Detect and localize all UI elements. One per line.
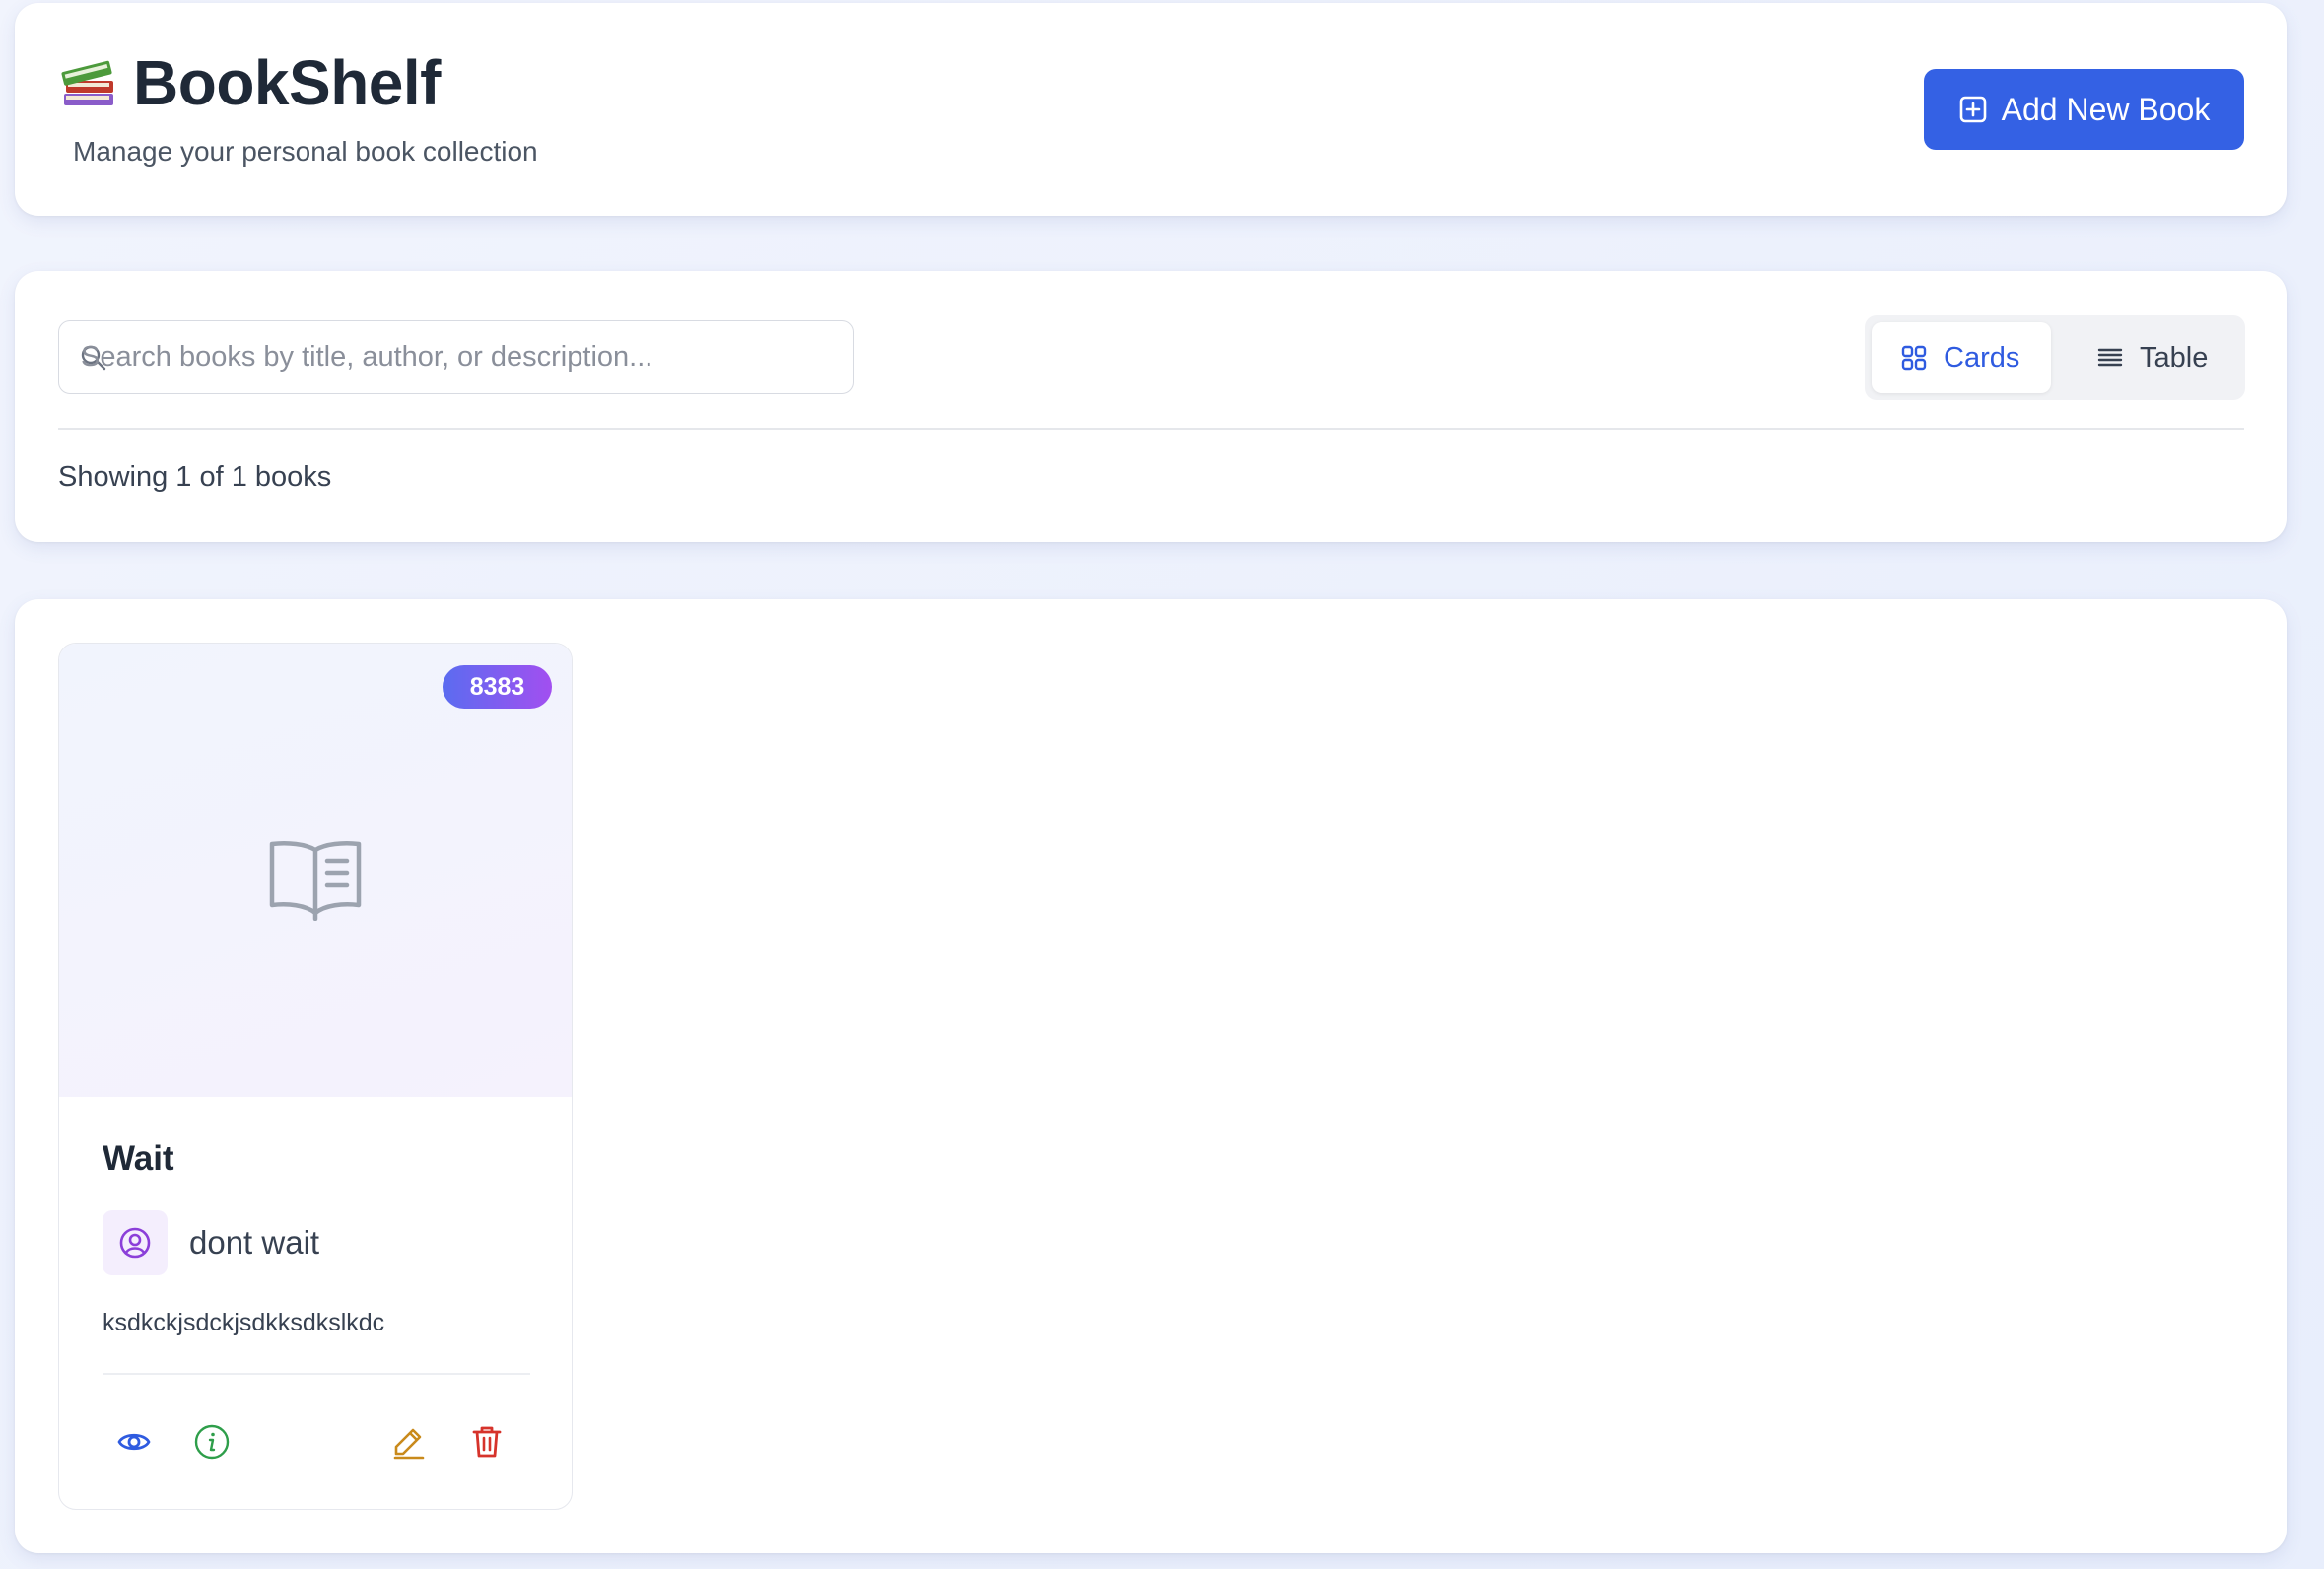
book-id-badge: 8383 [443, 665, 552, 709]
pencil-icon [393, 1428, 425, 1460]
book-card[interactable]: 8383 Wait dont wait ksdkckjsdckjsdkksdks… [58, 643, 573, 1510]
table-view-button[interactable]: Table [2067, 322, 2234, 393]
search-box[interactable] [58, 320, 854, 394]
app-header: BookShelf Manage your personal book coll… [15, 3, 2287, 216]
add-new-book-button[interactable]: Add New Book [1924, 69, 2244, 150]
search-input[interactable] [81, 321, 830, 392]
edit-book-button[interactable] [384, 1417, 434, 1467]
cards-view-label: Cards [1944, 341, 2020, 374]
user-circle-icon [119, 1227, 151, 1259]
book-author: dont wait [103, 1210, 319, 1275]
card-divider [103, 1373, 530, 1375]
app-title: BookShelf [133, 47, 441, 118]
delete-book-button[interactable] [462, 1417, 512, 1467]
open-book-icon [269, 841, 362, 921]
author-name: dont wait [189, 1224, 320, 1261]
author-avatar [103, 1210, 168, 1275]
book-cover: 8383 [59, 644, 572, 1097]
book-title: Wait [103, 1139, 174, 1178]
view-book-button[interactable] [109, 1417, 159, 1467]
info-icon [194, 1424, 230, 1460]
brand: BookShelf [58, 46, 441, 119]
books-icon [61, 60, 113, 105]
cards-view-button[interactable]: Cards [1872, 322, 2051, 393]
divider [58, 428, 2244, 430]
eye-icon [117, 1433, 151, 1451]
book-details-button[interactable] [187, 1417, 237, 1467]
book-description: ksdkckjsdckjsdkksdkslkdc [103, 1309, 385, 1336]
trash-icon [472, 1426, 502, 1458]
table-view-label: Table [2140, 341, 2209, 374]
list-icon [2097, 348, 2123, 367]
plus-square-icon [1959, 96, 1986, 123]
add-new-book-label: Add New Book [2001, 91, 2211, 127]
grid-icon [1901, 345, 1927, 371]
books-panel: 8383 Wait dont wait ksdkckjsdckjsdkksdks… [15, 599, 2287, 1553]
view-toggle: Cards Table [1865, 315, 2245, 400]
search-panel: Cards Table Showing 1 of 1 books [15, 271, 2287, 542]
app-subtitle: Manage your personal book collection [73, 136, 538, 167]
results-count: Showing 1 of 1 books [58, 461, 332, 493]
